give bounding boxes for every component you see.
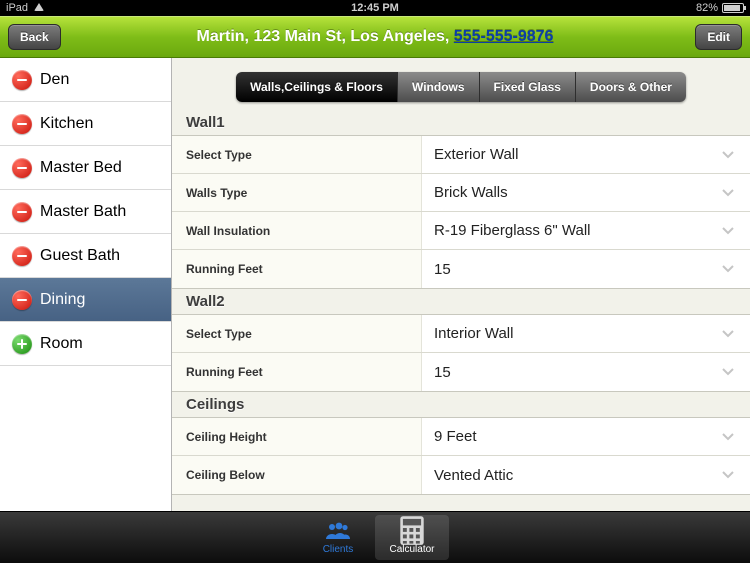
field-label: Ceiling Height	[172, 418, 422, 455]
nav-bar: Back Martin, 123 Main St, Los Angeles, 5…	[0, 16, 750, 58]
chevron-down-icon	[722, 327, 750, 341]
plus-icon	[12, 334, 32, 354]
category-segmented-control: Walls,Ceilings & FloorsWindowsFixed Glas…	[236, 72, 686, 102]
field-label: Running Feet	[172, 353, 422, 391]
sidebar-item-label: Master Bath	[40, 203, 126, 221]
field-value: 15	[422, 261, 722, 278]
sidebar-item-label: Room	[40, 335, 83, 353]
section-header: Wall2	[172, 289, 750, 314]
section-header: Wall1	[172, 110, 750, 135]
rooms-sidebar: Den Kitchen Master Bed Master Bath Guest Bat…	[0, 58, 172, 511]
edit-button[interactable]: Edit	[695, 24, 742, 50]
minus-icon	[12, 246, 32, 266]
sidebar-item-label: Guest Bath	[40, 247, 120, 265]
phone-link[interactable]: 555-555-9876	[454, 28, 554, 45]
field-value: Exterior Wall	[422, 146, 722, 163]
form-row[interactable]: Running Feet15	[172, 250, 750, 288]
minus-icon	[12, 158, 32, 178]
minus-icon	[12, 202, 32, 222]
form-row[interactable]: Running Feet15	[172, 353, 750, 391]
tab-clients[interactable]: Clients	[301, 512, 375, 563]
sidebar-item-dining[interactable]: Dining	[0, 278, 171, 322]
field-value: 15	[422, 364, 722, 381]
page-title: Martin, 123 Main St, Los Angeles, 555-55…	[0, 28, 750, 46]
chevron-down-icon	[722, 468, 750, 482]
field-value: Vented Attic	[422, 467, 722, 484]
chevron-down-icon	[722, 365, 750, 379]
ios-status-bar: iPad 12:45 PM 82%	[0, 0, 750, 16]
field-label: Running Feet	[172, 250, 422, 288]
field-label: Ceiling Below	[172, 456, 422, 494]
minus-icon	[12, 114, 32, 134]
segment-fixed-glass[interactable]: Fixed Glass	[480, 72, 576, 102]
segment-doors-other[interactable]: Doors & Other	[576, 72, 686, 102]
field-value: R-19 Fiberglass 6" Wall	[422, 222, 722, 239]
title-text: Martin, 123 Main St, Los Angeles,	[197, 28, 454, 45]
sidebar-item-label: Den	[40, 71, 69, 89]
form-row[interactable]: Ceiling Height9 Feet	[172, 418, 750, 456]
clock: 12:45 PM	[0, 2, 750, 14]
field-label: Wall Insulation	[172, 212, 422, 249]
field-value: Brick Walls	[422, 184, 722, 201]
sidebar-item-guest-bath[interactable]: Guest Bath	[0, 234, 171, 278]
sidebar-item-room[interactable]: Room	[0, 322, 171, 366]
field-value: 9 Feet	[422, 428, 722, 445]
sidebar-item-label: Kitchen	[40, 115, 93, 133]
chevron-down-icon	[722, 186, 750, 200]
field-label: Walls Type	[172, 174, 422, 211]
sidebar-item-label: Master Bed	[40, 159, 122, 177]
form-row[interactable]: Select TypeInterior Wall	[172, 315, 750, 353]
minus-icon	[12, 290, 32, 310]
minus-icon	[12, 70, 32, 90]
form-row[interactable]: Select TypeExterior Wall	[172, 136, 750, 174]
sidebar-item-master-bed[interactable]: Master Bed	[0, 146, 171, 190]
form-row[interactable]: Wall InsulationR-19 Fiberglass 6" Wall	[172, 212, 750, 250]
chevron-down-icon	[722, 224, 750, 238]
tab-calculator[interactable]: Calculator	[375, 515, 449, 560]
form-group: Select TypeExterior WallWalls TypeBrick …	[172, 135, 750, 289]
bottom-tab-bar: Clients Calculator	[0, 511, 750, 563]
sidebar-item-master-bath[interactable]: Master Bath	[0, 190, 171, 234]
field-label: Select Type	[172, 315, 422, 352]
form-row[interactable]: Ceiling BelowVented Attic	[172, 456, 750, 494]
calculator-icon	[399, 520, 425, 542]
form-group: Ceiling Height9 FeetCeiling BelowVented …	[172, 417, 750, 495]
chevron-down-icon	[722, 430, 750, 444]
sidebar-item-kitchen[interactable]: Kitchen	[0, 102, 171, 146]
people-icon	[325, 520, 351, 542]
form-row[interactable]: Walls TypeBrick Walls	[172, 174, 750, 212]
segment-walls-ceilings-floors[interactable]: Walls,Ceilings & Floors	[236, 72, 398, 102]
battery-icon	[722, 3, 744, 13]
back-button[interactable]: Back	[8, 24, 61, 50]
chevron-down-icon	[722, 148, 750, 162]
tab-label: Calculator	[389, 544, 434, 555]
segment-windows[interactable]: Windows	[398, 72, 480, 102]
form-group: Select TypeInterior WallRunning Feet15	[172, 314, 750, 392]
section-header: Ceilings	[172, 392, 750, 417]
sidebar-item-label: Dining	[40, 291, 85, 309]
main-panel: Walls,Ceilings & FloorsWindowsFixed Glas…	[172, 58, 750, 511]
chevron-down-icon	[722, 262, 750, 276]
field-value: Interior Wall	[422, 325, 722, 342]
sidebar-item-den[interactable]: Den	[0, 58, 171, 102]
tab-label: Clients	[323, 544, 354, 555]
field-label: Select Type	[172, 136, 422, 173]
